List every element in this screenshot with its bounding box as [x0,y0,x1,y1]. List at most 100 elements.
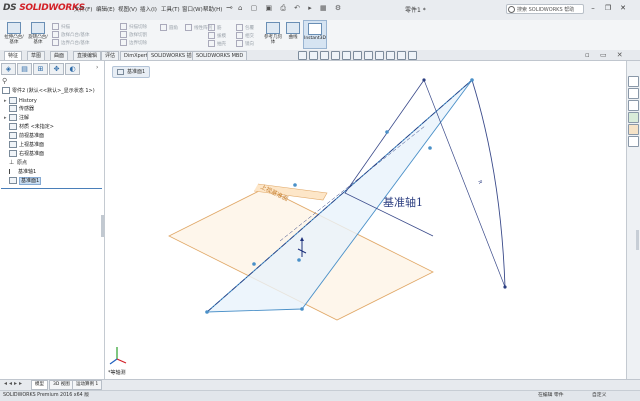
heads-up-view-toolbar[interactable] [298,51,448,60]
view-palette-icon[interactable] [628,112,639,123]
tree-root-part[interactable]: 零件2 (默认<<默认>_显示状态 1>) [2,87,95,94]
tree-root-label: 零件2 (默认<<默认>_显示状态 1>) [12,88,95,94]
menu-file[interactable]: 文件(F) [74,5,92,13]
zoom-area-icon[interactable] [309,51,318,60]
tree-item-top-plane[interactable]: 上视基准面 [4,141,44,149]
menu-window[interactable]: 窗口(W) [182,5,203,13]
restore-icon[interactable]: ❐ [603,3,613,13]
menu-tools[interactable]: 工具(T) [161,5,180,13]
tree-item-sensors[interactable]: 传感器 [4,105,34,113]
filter-icon[interactable]: ⚲ [2,77,10,85]
app-logo[interactable]: DS SOLIDWORKS [3,3,85,13]
section-view-icon[interactable] [331,51,340,60]
extrude-boss-button[interactable]: 拉伸凸台/基体 [3,22,25,45]
menu-view[interactable]: 视图(V) [118,5,137,13]
reference-geometry-button[interactable]: 参考几何体 [262,22,284,45]
handle-point[interactable] [422,78,426,82]
instant3d-button[interactable]: Instant3D [303,20,327,49]
custom-properties-icon[interactable] [628,136,639,147]
tree-item-front-plane[interactable]: 前视基准面 [4,132,44,140]
draft-button[interactable]: 拔模 [208,32,226,39]
zoom-fit-icon[interactable] [298,51,307,60]
tree-item-plane1[interactable]: 基准面1 [4,177,42,185]
handle-point[interactable] [503,285,507,289]
display-style-icon[interactable] [364,51,373,60]
tab-model[interactable]: 模型 [31,380,48,390]
swept-cut-icon [120,23,127,30]
tab-3d-views[interactable]: 3D 视图 [49,380,74,390]
status-units[interactable]: 自定义 [592,391,606,398]
panel-expand-icon[interactable]: › [96,64,98,71]
shell-button[interactable]: 抽壳 [208,40,226,47]
tree-item-origin[interactable]: ⊥ 原点 [4,159,27,167]
tree-item-history[interactable]: ▸ History [4,97,37,105]
rib-icon [208,24,215,31]
previous-view-icon[interactable] [320,51,329,60]
swept-cut-button[interactable]: 扫描切除 [120,23,147,30]
handle-point[interactable] [293,183,297,187]
feature-manager-tab-icon[interactable]: ◈ [1,63,16,75]
tab-direct-editing[interactable]: 直接编辑 [73,51,102,60]
tab-sketch[interactable]: 草图 [27,51,46,60]
lofted-cut-button[interactable]: 放样切割 [120,31,147,38]
boundary-boss-button[interactable]: 边界凸台/基体 [52,39,90,46]
origin-icon: ⊥ [9,159,15,166]
handle-point[interactable] [428,146,432,150]
search-input[interactable]: 搜索 SOLIDWORKS 帮助 [506,4,584,14]
fillet-button[interactable]: 圆角 [160,24,178,31]
panel-scrollbar[interactable] [101,215,104,237]
revolve-boss-button[interactable]: 旋转凸台/基体 [27,22,49,45]
tree-item-axis1[interactable]: 基准轴1 [4,168,36,176]
tab-evaluate[interactable]: 评估 [101,51,120,60]
minimize-icon[interactable]: – [588,3,598,13]
view-orientation-icon[interactable] [353,51,362,60]
tab-features[interactable]: 特征 [4,51,23,60]
menu-edit[interactable]: 编辑(E) [96,5,115,13]
rollback-bar[interactable] [1,188,102,189]
boundary-cut-button[interactable]: 边界切除 [120,39,147,46]
configuration-manager-tab-icon[interactable]: ⊞ [33,63,48,75]
viewport-window-controls[interactable]: ▫ ▭ ✕ [585,51,627,59]
handle-point[interactable] [297,258,301,262]
handle-point[interactable] [205,310,209,314]
handle-point[interactable] [385,130,389,134]
view-settings-icon[interactable] [408,51,417,60]
tab-surfaces[interactable]: 曲面 [50,51,69,60]
dimxpert-manager-tab-icon[interactable]: ✥ [49,63,64,75]
quick-access-icons[interactable]: ⌂ ▢ ▣ ⎙ ↶ ▸ ▦ ⚙ [238,4,344,13]
handle-point[interactable] [252,262,256,266]
tab-mbd[interactable]: SOLIDWORKS MBD [192,51,248,60]
resources-icon[interactable] [628,76,639,87]
graphics-scrollbar[interactable] [636,230,639,250]
tab-motion-study[interactable]: 运动算例 1 [72,380,103,390]
sweep-button[interactable]: 扫描 [52,23,70,30]
display-manager-tab-icon[interactable]: ◐ [65,63,80,75]
apply-scene-icon[interactable] [397,51,406,60]
wrap-button[interactable]: 包覆 [236,24,254,31]
rib-button[interactable]: 筋 [208,24,222,31]
mirror-button[interactable]: 镜向 [236,40,254,47]
history-icon [9,97,17,104]
menu-help[interactable]: 帮助(H) [203,5,222,13]
pin-icon[interactable]: ⊸ [226,3,233,12]
dynamic-annotation-icon[interactable] [342,51,351,60]
tree-item-material[interactable]: 材质 <未指定> [4,123,54,131]
property-manager-tab-icon[interactable]: ▤ [17,63,32,75]
design-library-icon[interactable] [628,88,639,99]
close-icon[interactable]: ✕ [618,3,628,13]
handle-point[interactable] [470,78,474,82]
curves-button[interactable]: 曲线 [282,22,304,40]
handle-point[interactable] [300,307,304,311]
tab-scroll-arrows-icon[interactable]: ◂◂▸▸ [4,380,24,387]
menu-insert[interactable]: 插入(I) [140,5,157,13]
intersect-button[interactable]: 相交 [236,32,254,39]
hide-show-icon[interactable] [375,51,384,60]
tree-item-annotations[interactable]: ▸ 注解 [4,114,29,122]
file-explorer-icon[interactable] [628,100,639,111]
appearances-icon[interactable] [628,124,639,135]
pattern-icon [185,24,192,31]
loft-button[interactable]: 放样凸台/基体 [52,31,90,38]
edit-appearance-icon[interactable] [386,51,395,60]
tree-item-right-plane[interactable]: 右视基准面 [4,150,44,158]
model-view[interactable]: 上视基准面 基准轴1 R *等轴测 [105,61,626,379]
